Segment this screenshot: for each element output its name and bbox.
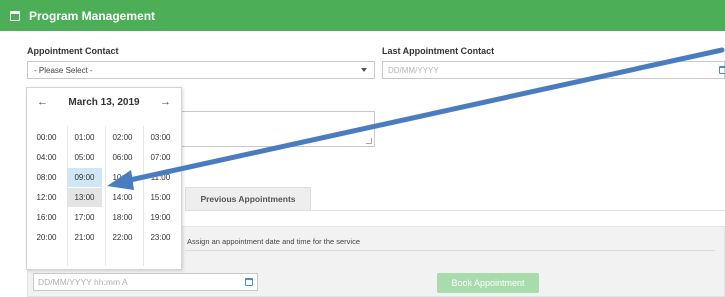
hour-option-0000[interactable]: 00:00: [29, 128, 64, 147]
hour-option-0300[interactable]: 03:00: [143, 128, 178, 147]
hour-option-2200[interactable]: 22:00: [105, 228, 140, 247]
hour-option-1200[interactable]: 12:00: [29, 188, 64, 207]
last-appointment-contact-placeholder: DD/MM/YYYY: [388, 65, 439, 75]
hour-option-1900[interactable]: 19:00: [143, 208, 178, 227]
hour-option-0700[interactable]: 07:00: [143, 148, 178, 167]
calendar-icon[interactable]: [245, 278, 253, 286]
datetime-picker-popup: ← March 13, 2019 → 00:00 01:00 02:00 03:00 0…: [26, 87, 182, 270]
program-management-page: Program Management Appointment Contact -…: [0, 0, 725, 297]
hour-option-0600[interactable]: 06:00: [105, 148, 140, 167]
tab-previous-appointments[interactable]: Previous Appointments: [185, 187, 311, 211]
hour-option-1000[interactable]: 10:00: [105, 168, 140, 187]
hour-option-2000[interactable]: 20:00: [29, 228, 64, 247]
resize-handle-icon[interactable]: [366, 138, 372, 144]
appointment-datetime-input[interactable]: DD/MM/YYYY hh:mm A: [33, 273, 258, 291]
next-arrow-icon[interactable]: →: [160, 96, 171, 108]
chevron-down-icon: [361, 68, 367, 72]
tab-divider: [311, 210, 725, 211]
last-appointment-contact-label: Last Appointment Contact: [382, 46, 495, 56]
hour-option-0900[interactable]: 09:00: [67, 168, 102, 187]
hour-option-0400[interactable]: 04:00: [29, 148, 64, 167]
calendar-icon[interactable]: [719, 66, 725, 74]
hour-option-2300[interactable]: 23:00: [143, 228, 178, 247]
hour-option-0100[interactable]: 01:00: [67, 128, 102, 147]
appointment-contact-label: Appointment Contact: [27, 46, 119, 56]
hour-option-1700[interactable]: 17:00: [67, 208, 102, 227]
appointment-contact-select[interactable]: - Please Select -: [27, 61, 375, 79]
picker-header: ← March 13, 2019 →: [27, 88, 181, 116]
hour-option-0200[interactable]: 02:00: [105, 128, 140, 147]
appointment-contact-value: - Please Select -: [34, 65, 93, 75]
hour-option-1100[interactable]: 11:00: [143, 168, 178, 187]
hour-option-1500[interactable]: 15:00: [143, 188, 178, 207]
hour-grid: 00:00 01:00 02:00 03:00 04:00 05:00 06:00 07:00…: [29, 128, 179, 247]
hour-option-2100[interactable]: 21:00: [67, 228, 102, 247]
hour-option-1300[interactable]: 13:00: [67, 188, 102, 207]
page-title: Program Management: [29, 8, 156, 23]
picker-month-label[interactable]: March 13, 2019: [68, 97, 139, 108]
panel-divider: [185, 250, 715, 251]
prev-arrow-icon[interactable]: ←: [37, 96, 48, 108]
book-appointment-button[interactable]: Book Appointment: [437, 273, 539, 293]
hour-option-1600[interactable]: 16:00: [29, 208, 64, 227]
page-header: Program Management: [0, 0, 725, 31]
hour-option-0500[interactable]: 05:00: [67, 148, 102, 167]
assign-instruction: Assign an appointment date and time for …: [187, 237, 361, 246]
appointment-datetime-placeholder: DD/MM/YYYY hh:mm A: [38, 277, 128, 287]
last-appointment-contact-input[interactable]: DD/MM/YYYY: [382, 61, 725, 79]
hour-option-1800[interactable]: 18:00: [105, 208, 140, 227]
hour-option-1400[interactable]: 14:00: [105, 188, 140, 207]
calendar-icon: [10, 10, 20, 21]
hour-option-0800[interactable]: 08:00: [29, 168, 64, 187]
